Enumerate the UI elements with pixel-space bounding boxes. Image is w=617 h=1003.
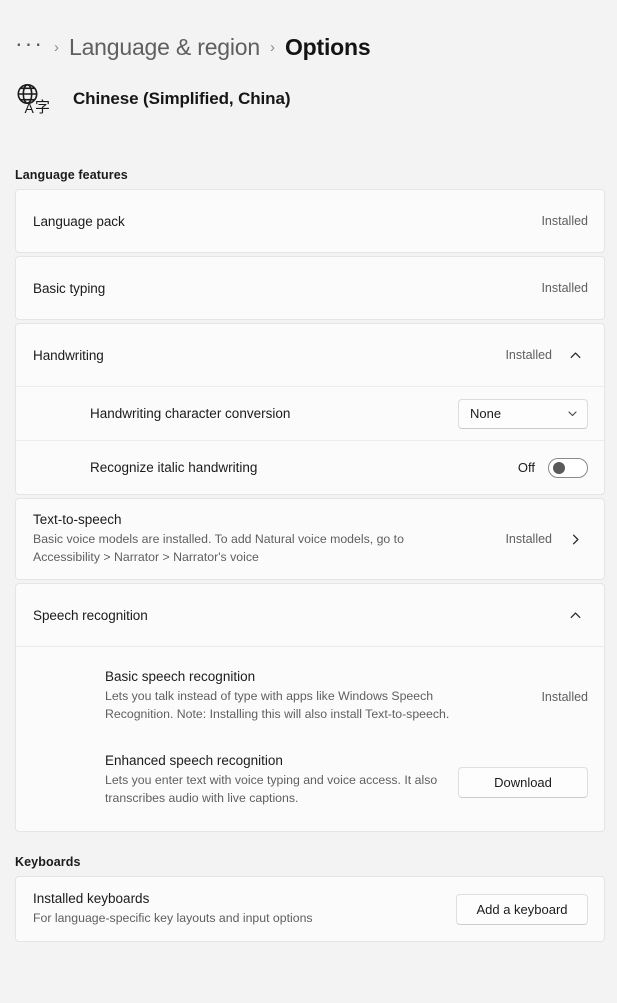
chevron-down-icon	[567, 408, 578, 419]
text-to-speech-text: Text-to-speech Basic voice models are in…	[33, 512, 493, 566]
handwriting-character-conversion-dropdown[interactable]: None	[458, 398, 588, 429]
recognize-italic-handwriting-label: Recognize italic handwriting	[90, 460, 258, 475]
download-button[interactable]: Download	[458, 767, 588, 798]
card-installed-keyboards: Installed keyboards For language-specifi…	[15, 876, 605, 942]
language-pack-label: Language pack	[33, 213, 125, 229]
handwriting-character-conversion-label: Handwriting character conversion	[90, 406, 291, 421]
chevron-right-icon[interactable]	[562, 533, 588, 546]
add-a-keyboard-button[interactable]: Add a keyboard	[456, 893, 588, 925]
settings-page: ··· › Language & region › Options A 字 Ch…	[0, 0, 617, 1003]
section-title-keyboards: Keyboards	[15, 855, 81, 869]
text-to-speech-description: Basic voice models are installed. To add…	[33, 532, 404, 564]
enhanced-speech-recognition-description: Lets you enter text with voice typing an…	[105, 773, 438, 805]
installed-keyboards-text: Installed keyboards For language-specifi…	[33, 891, 456, 927]
card-language-pack[interactable]: Language pack Installed	[15, 189, 605, 253]
enhanced-speech-recognition-title: Enhanced speech recognition	[105, 753, 283, 768]
basic-speech-recognition-status: Installed	[541, 690, 588, 704]
breadcrumb-separator-1: ›	[53, 38, 59, 56]
handwriting-status: Installed	[505, 348, 552, 362]
handwriting-label: Handwriting	[33, 347, 104, 363]
breadcrumb-link-language-region[interactable]: Language & region	[69, 34, 260, 61]
svg-text:A: A	[25, 100, 35, 116]
speech-recognition-items: Basic speech recognition Lets you talk i…	[16, 646, 604, 831]
card-text-to-speech[interactable]: Text-to-speech Basic voice models are in…	[15, 498, 605, 580]
language-header: A 字 Chinese (Simplified, China)	[0, 64, 617, 116]
row-speech-recognition-header[interactable]: Speech recognition	[16, 584, 604, 646]
handwriting-character-conversion-value: None	[470, 406, 502, 421]
breadcrumb-separator-2: ›	[269, 38, 275, 56]
row-text-to-speech[interactable]: Text-to-speech Basic voice models are in…	[16, 499, 604, 579]
breadcrumb-overflow-button[interactable]: ···	[15, 31, 44, 59]
recognize-italic-handwriting-toggle-group: Off	[517, 457, 588, 478]
row-language-pack[interactable]: Language pack Installed	[16, 190, 604, 252]
row-handwriting-header[interactable]: Handwriting Installed	[16, 324, 604, 386]
row-basic-typing[interactable]: Basic typing Installed	[16, 257, 604, 319]
breadcrumb-current-options: Options	[284, 33, 371, 60]
basic-speech-recognition-text: Basic speech recognition Lets you talk i…	[105, 669, 541, 723]
enhanced-speech-recognition-text: Enhanced speech recognition Lets you ent…	[105, 753, 458, 807]
row-installed-keyboards: Installed keyboards For language-specifi…	[16, 877, 604, 941]
installed-keyboards-title: Installed keyboards	[33, 891, 150, 906]
card-speech-recognition: Speech recognition Basic speech recognit…	[15, 583, 605, 832]
language-pack-status: Installed	[541, 214, 588, 228]
speech-recognition-label: Speech recognition	[33, 607, 148, 623]
section-title-language-features: Language features	[15, 168, 128, 182]
basic-speech-recognition-title: Basic speech recognition	[105, 669, 256, 684]
recognize-italic-handwriting-state: Off	[517, 460, 535, 475]
card-handwriting: Handwriting Installed Handwriting charac…	[15, 323, 605, 495]
language-name: Chinese (Simplified, China)	[73, 89, 291, 108]
text-to-speech-title: Text-to-speech	[33, 512, 122, 527]
installed-keyboards-description: For language-specific key layouts and in…	[33, 911, 313, 925]
row-handwriting-character-conversion: Handwriting character conversion None	[16, 386, 604, 440]
svg-text:字: 字	[35, 98, 50, 116]
chevron-up-icon[interactable]	[562, 349, 588, 362]
language-globe-icon: A 字	[17, 84, 50, 116]
chevron-up-icon[interactable]	[562, 609, 588, 622]
text-to-speech-status: Installed	[505, 532, 552, 546]
basic-typing-label: Basic typing	[33, 280, 106, 296]
basic-typing-status: Installed	[541, 281, 588, 295]
breadcrumb: ··· › Language & region › Options	[0, 0, 617, 64]
speech-item-basic: Basic speech recognition Lets you talk i…	[105, 661, 588, 731]
card-basic-typing[interactable]: Basic typing Installed	[15, 256, 605, 320]
basic-speech-recognition-description: Lets you talk instead of type with apps …	[105, 689, 450, 721]
speech-item-enhanced: Enhanced speech recognition Lets you ent…	[105, 745, 588, 815]
row-recognize-italic-handwriting: Recognize italic handwriting Off	[16, 440, 604, 494]
toggle-knob	[553, 461, 565, 474]
enhanced-speech-recognition-action: Download	[458, 767, 588, 798]
recognize-italic-handwriting-toggle[interactable]	[548, 457, 588, 478]
